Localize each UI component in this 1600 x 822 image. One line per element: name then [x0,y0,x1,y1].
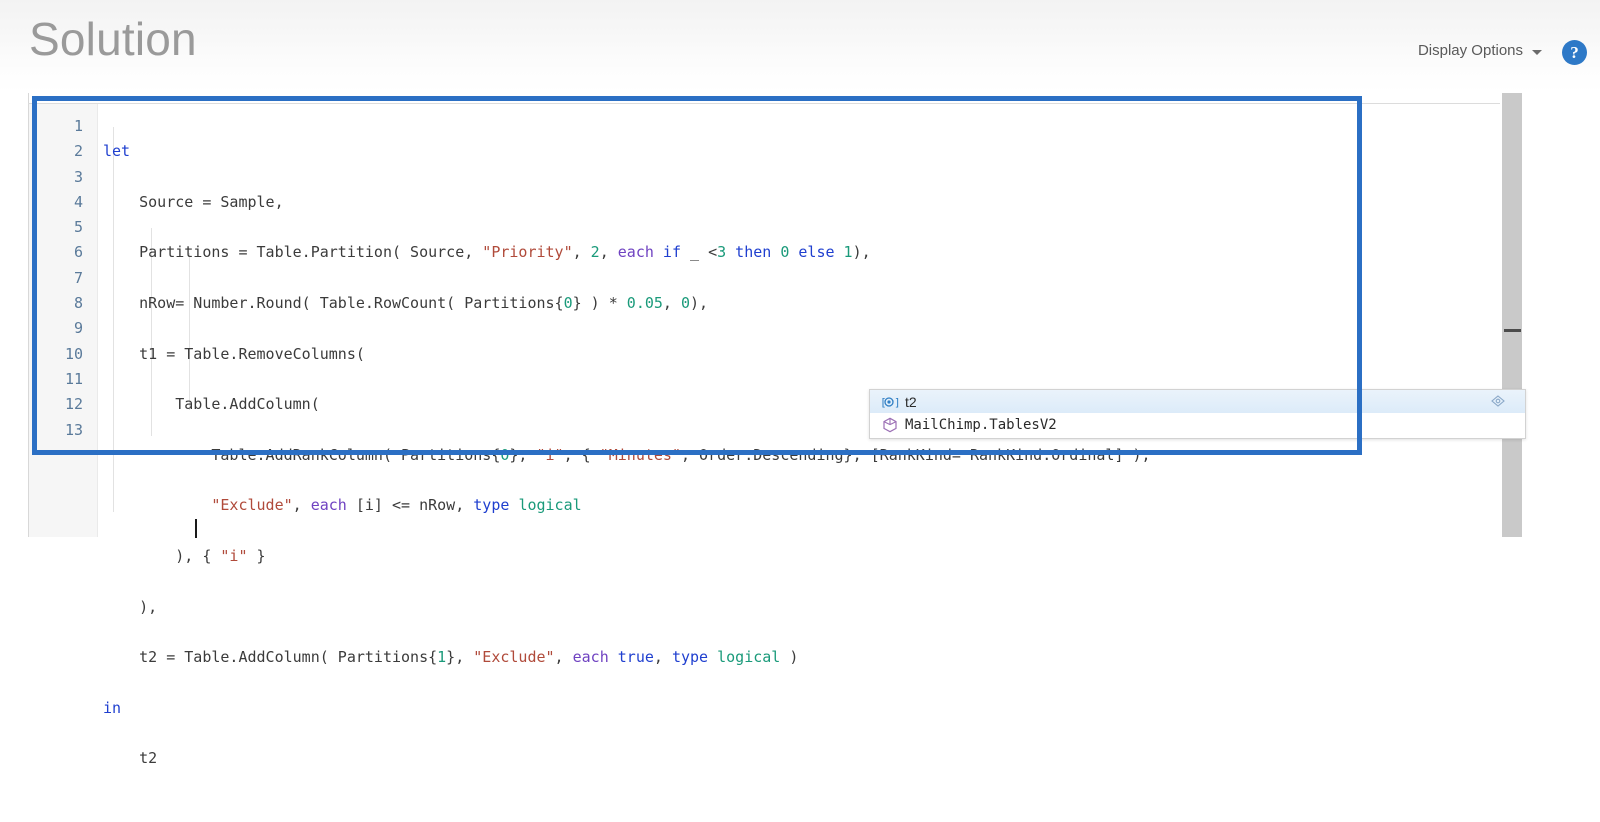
code-surface[interactable]: 1 2 3 4 5 6 7 8 9 10 11 12 13 let Source = Sample, P… [29,104,1500,767]
line-number: 12 [64,395,83,414]
autocomplete-item-label: MailChimp.TablesV2 [905,416,1057,433]
right-margin-area [1522,93,1600,537]
data-source-cube-icon [880,416,899,433]
line-number: 2 [73,142,83,161]
autocomplete-item[interactable]: MailChimp.TablesV2 [870,413,1525,436]
code-line: Source = Sample, [103,192,284,211]
line-number: 10 [64,344,83,363]
page-header: Solution Display Options ? [0,0,1600,93]
display-options-button[interactable]: Display Options [1418,42,1542,59]
display-options-label: Display Options [1417,42,1523,59]
vertical-scrollbar-thumb[interactable] [1504,329,1521,332]
gutter-divider [97,104,98,537]
line-number: 6 [73,243,83,262]
autocomplete-dropdown[interactable]: [ ] t2 MailChimp.TablesV2 [869,389,1526,439]
code-line: ), { "i" } [103,547,266,566]
page-title: Solution [29,13,197,65]
svg-text:]: ] [894,396,899,409]
line-number: 8 [73,294,83,313]
code-line: Partitions = Table.Partition( Source, "P… [103,243,871,262]
code-line: let [103,142,131,161]
line-number: 13 [64,420,83,439]
code-line: nRow= Number.Round( Table.RowCount( Part… [103,294,709,313]
text-cursor [195,519,197,538]
code-line: t1 = Table.RemoveColumns( [103,344,365,363]
autocomplete-item[interactable]: [ ] t2 [870,390,1525,413]
line-number: 5 [73,218,83,237]
code-line: "Exclude", each [i] <= nRow, type logica… [211,496,582,515]
chevron-down-icon [1532,49,1542,55]
code-content[interactable]: let Source = Sample, Partitions = Table.… [103,114,1483,822]
autocomplete-item-label: t2 [905,393,917,410]
line-number: 4 [73,192,83,211]
formula-editor[interactable]: 1 2 3 4 5 6 7 8 9 10 11 12 13 let Source = Sample, P… [0,93,1600,767]
code-line: t2 [103,749,158,768]
line-number: 7 [73,268,83,287]
local-variable-icon: [ ] [880,393,899,410]
line-number: 3 [73,167,83,186]
line-number: 11 [64,369,83,388]
code-line: Table.AddRankColumn( Partitions{0}, "i",… [103,445,1151,464]
code-line: ), [103,597,158,616]
help-circle-icon[interactable]: ? [1562,40,1587,65]
line-number: 1 [73,117,83,135]
vertical-scrollbar[interactable] [1502,93,1522,537]
line-numbers: 1 2 3 4 5 6 7 8 9 10 11 12 13 [29,114,83,443]
code-line: t2 = Table.AddColumn( Partitions{1}, "Ex… [103,648,799,667]
line-number: 9 [73,319,83,338]
diamond-expand-icon[interactable] [1490,393,1506,409]
code-line: in [103,698,122,717]
